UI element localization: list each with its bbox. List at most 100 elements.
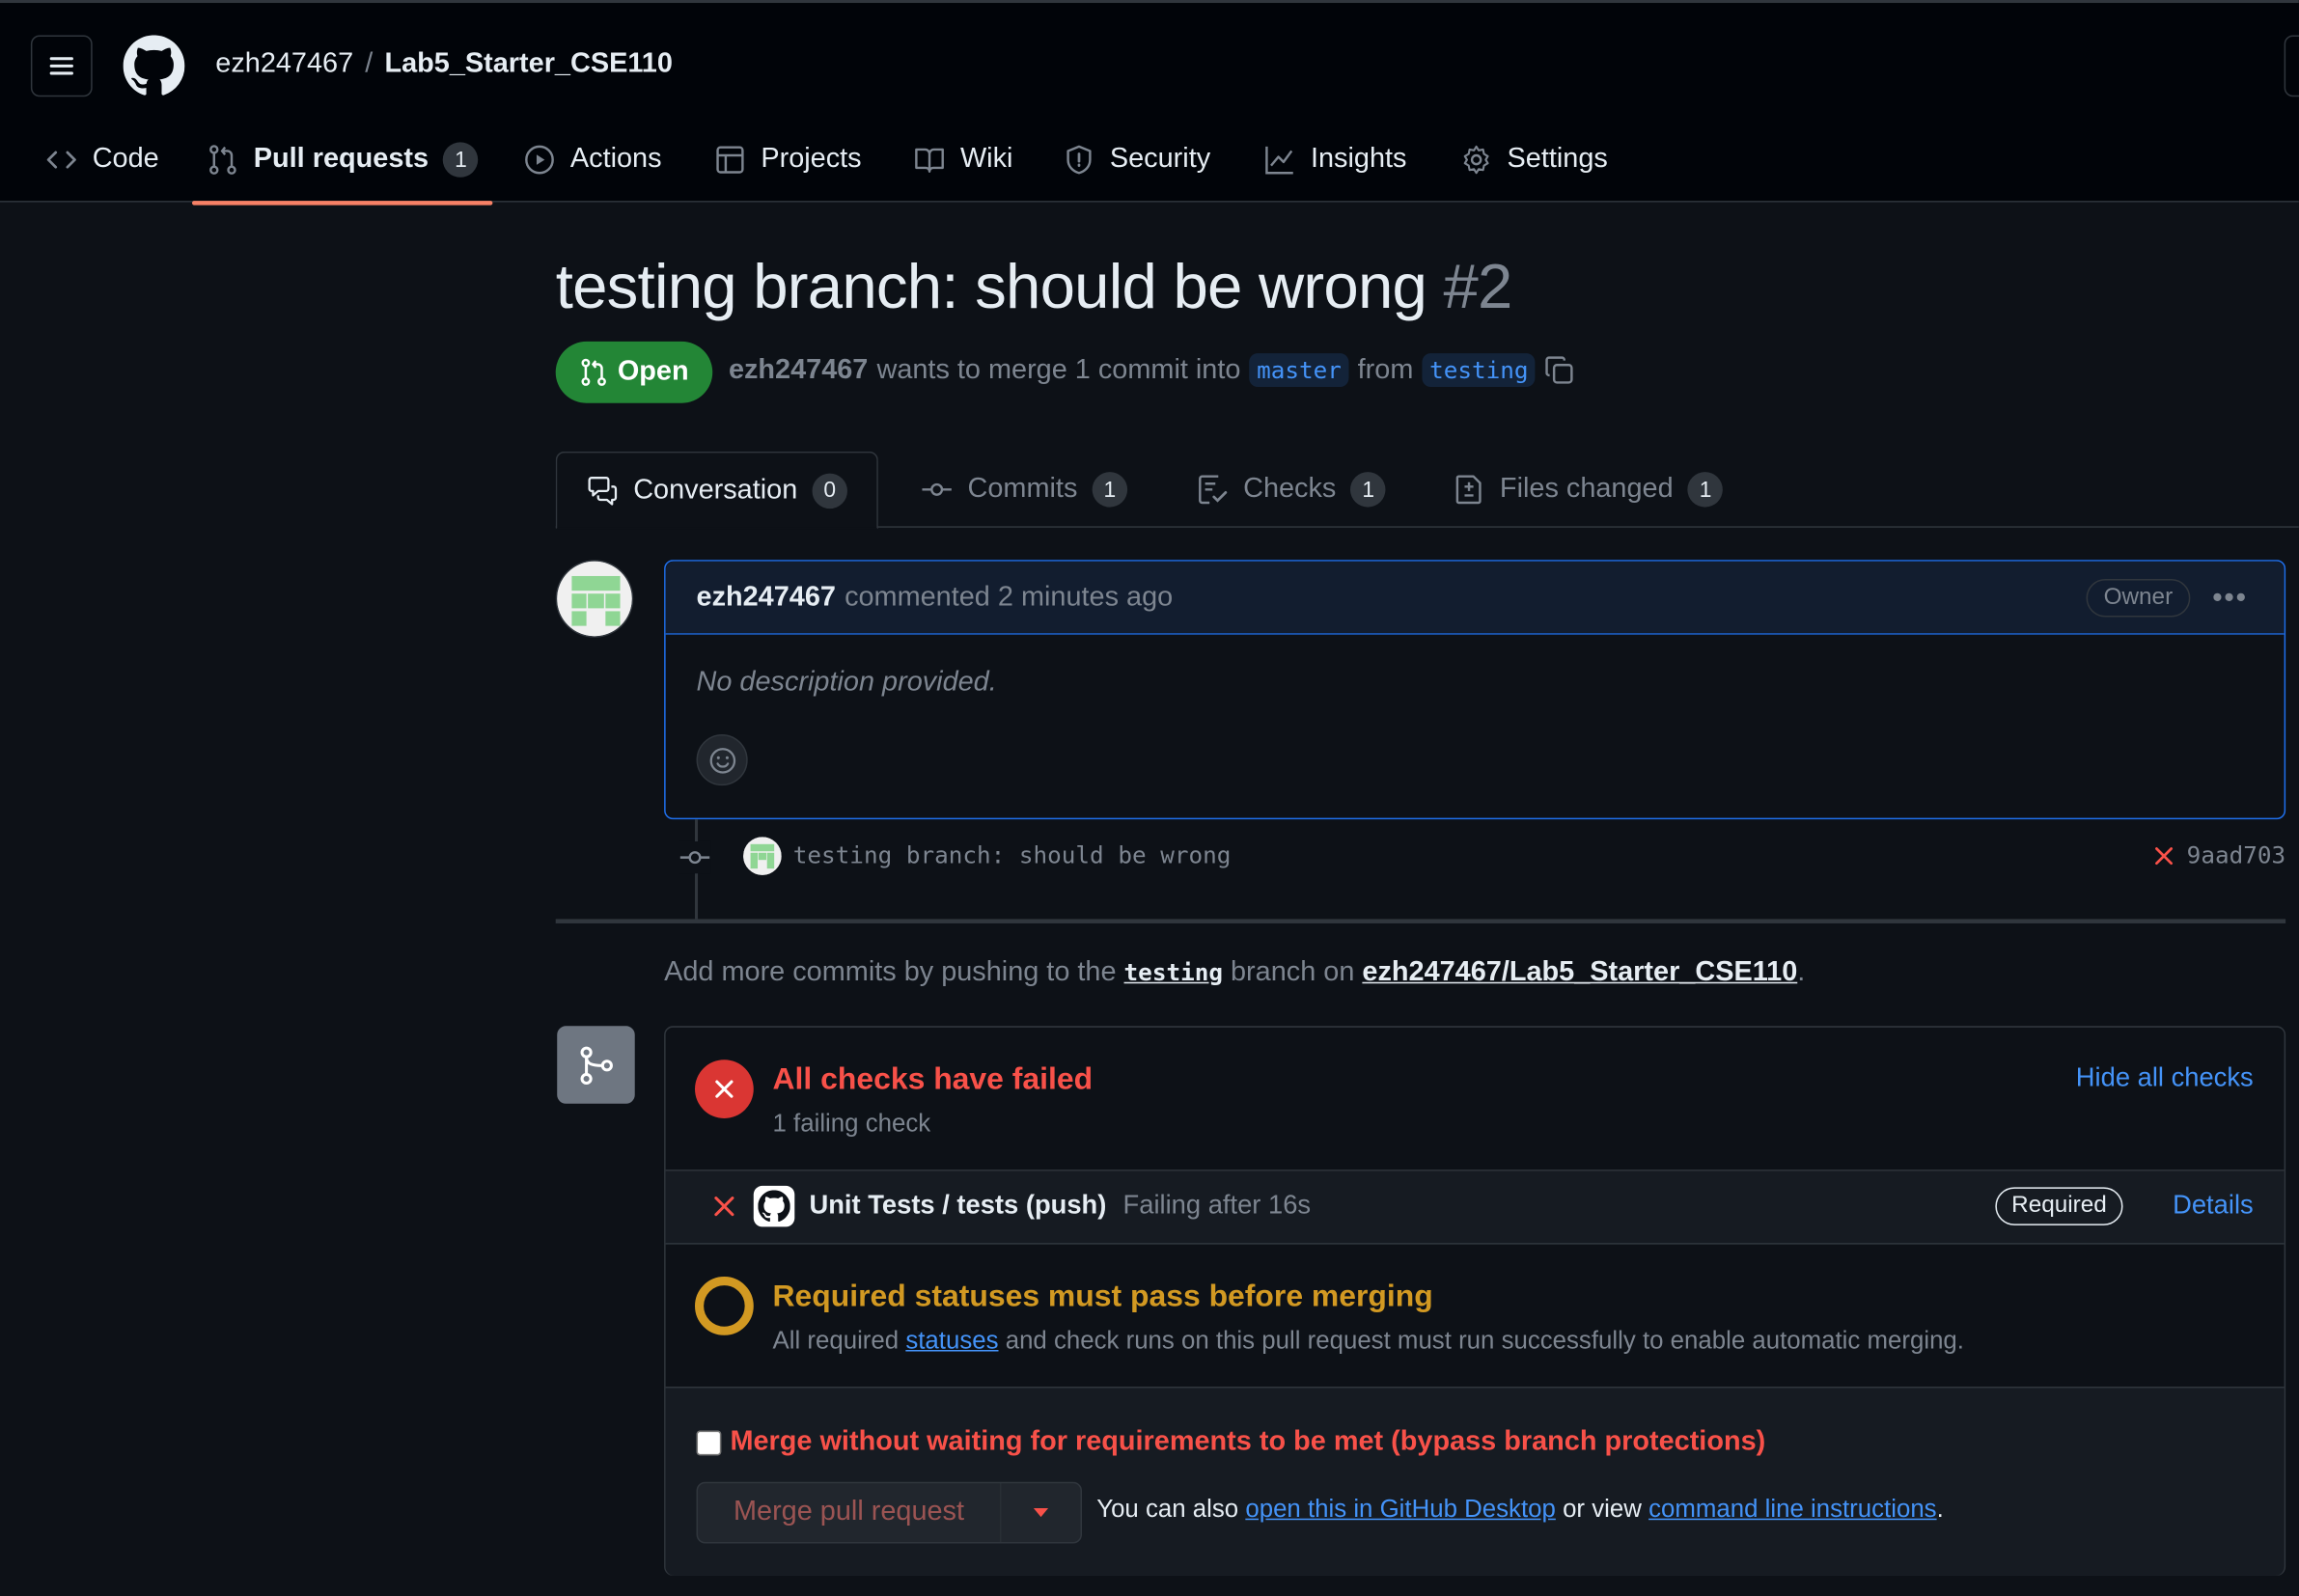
top-header: ezh247467 / Lab5_Starter_CSE110 Code Pull …	[0, 0, 2299, 206]
kebab-icon[interactable]: •••	[2211, 579, 2249, 617]
tab-files-changed[interactable]: Files changed 1	[1453, 452, 1724, 528]
repo-owner-link[interactable]: ezh247467	[215, 48, 353, 79]
timeline-divider	[555, 919, 2286, 923]
tab-settings[interactable]: Settings	[1460, 126, 1608, 194]
commit-icon	[679, 840, 711, 874]
required-description: All required statuses and check runs on …	[773, 1327, 1964, 1356]
pr-number: #2	[1443, 252, 1512, 323]
merge-pull-request-button[interactable]: Merge pull request	[698, 1483, 1002, 1542]
tab-projects[interactable]: Projects	[714, 126, 862, 194]
merge-options-dropdown[interactable]	[1001, 1483, 1080, 1542]
comment-discussion-icon	[588, 476, 618, 505]
avatar[interactable]	[555, 560, 634, 638]
pr-from-text: from	[1357, 353, 1414, 385]
pr-meta: ezh247467 wants to merge 1 commit into m…	[729, 353, 1577, 388]
hide-all-checks-button[interactable]: Hide all checks	[2076, 1062, 2254, 1093]
tab-security-label: Security	[1109, 143, 1211, 175]
pr-author-link[interactable]: ezh247467	[729, 354, 868, 386]
open-in-desktop-link[interactable]: open this in GitHub Desktop	[1245, 1495, 1556, 1523]
hint-branch-link[interactable]: testing	[1124, 958, 1223, 986]
bypass-checkbox[interactable]	[696, 1429, 722, 1455]
active-tab-underline	[191, 201, 493, 206]
check-status: Failing after 16s	[1122, 1190, 1312, 1220]
required-prefix: All required	[772, 1326, 900, 1355]
checks-count: 1	[1350, 472, 1387, 508]
statuses-link[interactable]: statuses	[905, 1327, 998, 1355]
pr-description-comment: ezh247467 commented 2 minutes ago Owner …	[664, 560, 2286, 820]
tab-settings-label: Settings	[1507, 143, 1608, 175]
commit-sha: 9aad703	[2151, 841, 2285, 869]
caret-down-icon	[1033, 1508, 1049, 1518]
hint-repo-link[interactable]: ezh247467/Lab5_Starter_CSE110	[1362, 957, 1797, 988]
pull-requests-count: 1	[443, 142, 479, 178]
comment-header: ezh247467 commented 2 minutes ago Owner …	[665, 561, 2285, 635]
github-actions-icon	[753, 1185, 795, 1227]
tab-insights-label: Insights	[1310, 143, 1407, 175]
tab-pull-requests-label: Pull requests	[253, 143, 429, 175]
check-name: Unit Tests / tests (push)	[809, 1190, 1107, 1220]
copy-icon[interactable]	[1544, 354, 1576, 386]
checks-summary: All checks have failed 1 failing check H…	[665, 1028, 2285, 1171]
checks-title: All checks have failed	[772, 1062, 1094, 1097]
head-branch[interactable]: testing	[1422, 353, 1537, 388]
graph-icon	[1265, 146, 1293, 175]
comment-body: No description provided.	[696, 667, 997, 699]
table-icon	[716, 146, 744, 174]
repo-name-link[interactable]: Lab5_Starter_CSE110	[384, 48, 672, 79]
tab-security[interactable]: Security	[1063, 126, 1210, 194]
conversation-count: 0	[812, 472, 847, 509]
pr-merge-text: wants to merge 1 commit into	[876, 353, 1241, 385]
command-line-instructions-link[interactable]: command line instructions	[1648, 1495, 1937, 1523]
x-icon[interactable]	[2151, 843, 2174, 867]
check-item: Unit Tests / tests (push) Failing after …	[665, 1170, 2285, 1245]
commit-message-link[interactable]: testing branch: should be wrong	[793, 841, 1232, 869]
shield-icon	[1066, 145, 1092, 175]
merge-box: All checks have failed 1 failing check H…	[664, 1026, 2286, 1576]
tab-insights[interactable]: Insights	[1263, 126, 1406, 194]
failed-status-icon	[695, 1059, 754, 1118]
tab-code[interactable]: Code	[45, 126, 159, 194]
commit-sha-link[interactable]: 9aad703	[2187, 841, 2285, 869]
book-icon	[915, 148, 944, 173]
pr-tabs: Conversation 0 Commits 1 Checks 1 Files …	[555, 451, 2299, 530]
tab-code-label: Code	[92, 143, 159, 175]
merge-alternatives: You can also open this in GitHub Desktop…	[1096, 1495, 1944, 1524]
tab-checks[interactable]: Checks 1	[1197, 452, 1387, 528]
merge-button-group: Merge pull request	[696, 1481, 1083, 1544]
code-icon	[46, 151, 76, 169]
commit-author-avatar[interactable]	[743, 837, 782, 875]
github-logo-icon[interactable]	[123, 35, 185, 96]
tab-pull-requests[interactable]: Pull requests 1	[207, 126, 479, 194]
smiley-icon	[708, 747, 735, 773]
push-hint: Add more commits by pushing to the testi…	[664, 957, 1805, 989]
pr-title-text: testing branch: should be wrong	[555, 252, 1427, 323]
check-details-link[interactable]: Details	[2173, 1190, 2254, 1221]
checklist-icon	[1199, 475, 1228, 505]
bypass-option[interactable]: Merge without waiting for requirements t…	[696, 1426, 1765, 1458]
breadcrumb-separator: /	[365, 48, 374, 80]
tab-wiki[interactable]: Wiki	[913, 126, 1012, 194]
tab-commits[interactable]: Commits 1	[921, 452, 1128, 528]
tab-actions-label: Actions	[569, 143, 662, 175]
commit-icon	[922, 482, 952, 496]
required-statuses: Required statuses must pass before mergi…	[665, 1245, 2285, 1389]
tab-actions[interactable]: Actions	[523, 126, 662, 194]
tab-conversation[interactable]: Conversation 0	[555, 451, 878, 530]
pr-state-badge: Open	[555, 341, 713, 403]
breadcrumb: ezh247467 / Lab5_Starter_CSE110	[215, 48, 673, 80]
pull-request-icon	[209, 145, 236, 175]
or-view-text: or view	[1563, 1495, 1642, 1524]
menu-button[interactable]	[30, 35, 93, 97]
base-branch[interactable]: master	[1249, 353, 1349, 388]
header-edge-button[interactable]	[2284, 35, 2299, 97]
git-merge-icon	[579, 1045, 613, 1085]
x-icon	[714, 1197, 734, 1217]
tab-projects-label: Projects	[761, 143, 862, 175]
comment-author-link[interactable]: ezh247467	[697, 581, 836, 613]
add-reaction-button[interactable]	[696, 734, 748, 786]
comment-timestamp[interactable]: commented 2 minutes ago	[845, 581, 1173, 613]
hint-suffix: .	[1797, 956, 1806, 988]
tab-conversation-label: Conversation	[633, 474, 798, 506]
play-icon	[525, 145, 554, 175]
owner-badge: Owner	[2086, 579, 2191, 618]
